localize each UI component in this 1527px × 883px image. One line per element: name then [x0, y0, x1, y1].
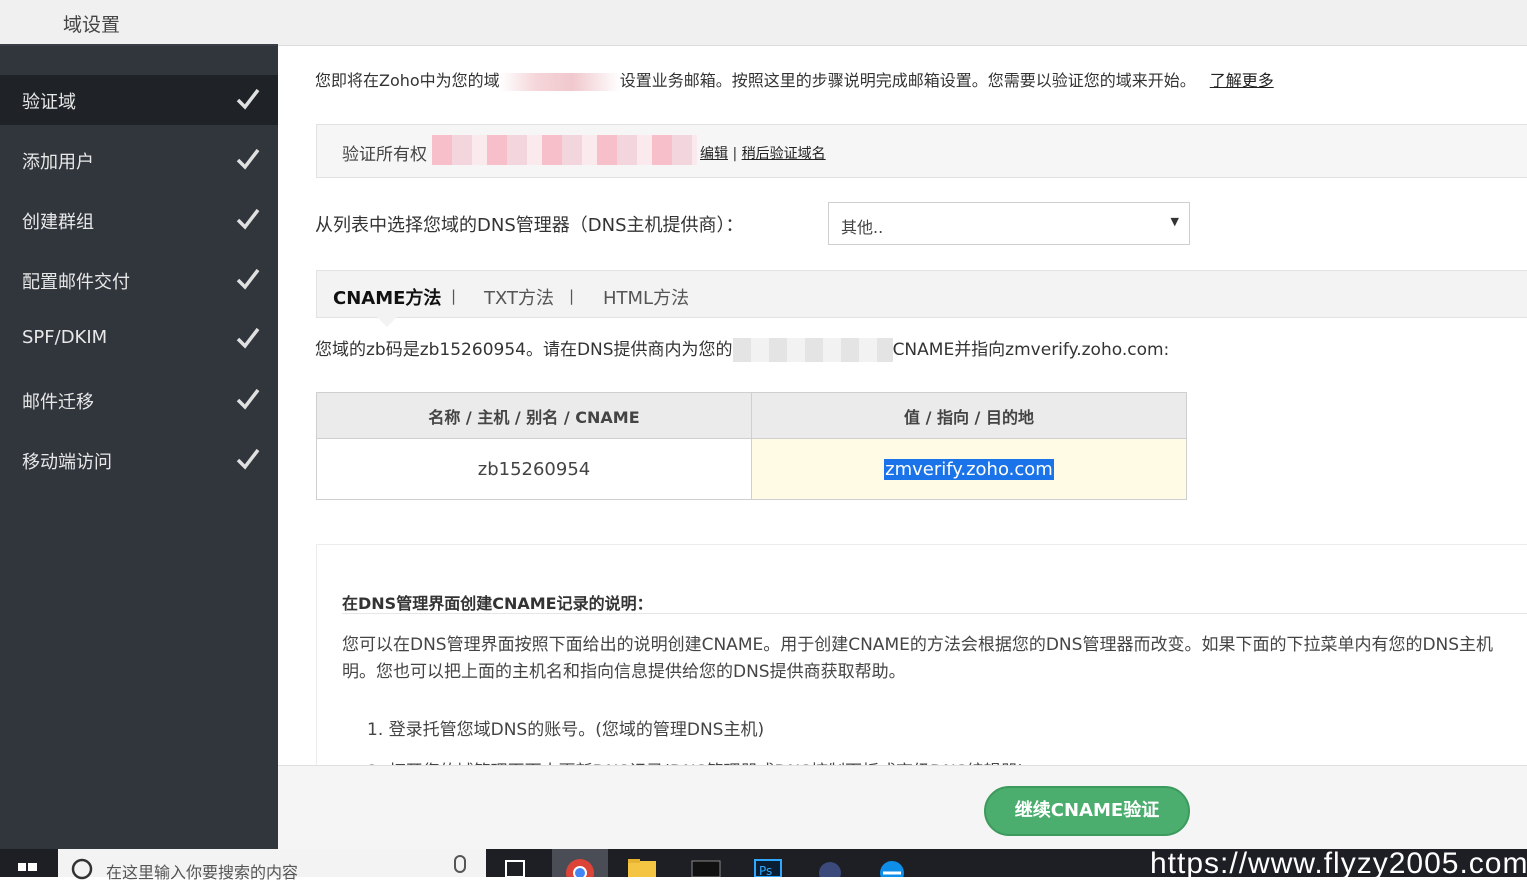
windows-start-icon[interactable] [0, 849, 56, 877]
teamviewer-icon[interactable] [870, 849, 914, 883]
instructions-step-1: 1. 登录托管您域DNS的账号。(您域的管理DNS主机) [367, 720, 765, 740]
cname-table: 名称 / 主机 / 别名 / CNAME 值 / 指向 / 目的地 zb1526… [316, 392, 1187, 500]
sidebar-item-spf-dkim[interactable]: SPF/DKIM [0, 314, 278, 364]
chrome-icon[interactable] [552, 849, 608, 883]
dropdown-arrow-icon: ▼ [1170, 215, 1179, 228]
intro-text-end: 设置业务邮箱。按照这里的步骤说明完成邮箱设置。您需要以验证您的域来开始。 [619, 71, 1196, 90]
divider [342, 613, 1527, 614]
redacted-domain [732, 338, 893, 362]
instructions-heading: 在DNS管理界面创建CNAME记录的说明： [342, 594, 653, 613]
sidebar-item-verify-domain[interactable]: 验证域 [0, 75, 302, 125]
instructions-step-2: 2. 打开您的域管理页面中更新DNS记录(DNS管理器或DNS控制面板或高级DN… [367, 757, 1024, 765]
method-tabs: CNAME方法 | TXT方法 | HTML方法 [316, 270, 1527, 318]
intro-text: 您即将在Zoho中为您的域 设置业务邮箱。按照这里的步骤说明完成邮箱设置。您需要以… [315, 67, 1274, 91]
continue-cname-verify-button[interactable]: 继续CNAME验证 [984, 786, 1190, 836]
checkmark-icon [236, 268, 260, 290]
dns-manager-select[interactable]: 其他.. ▼ [828, 202, 1190, 245]
intro-text-start: 您即将在Zoho中为您的域 [315, 71, 500, 90]
checkmark-icon [236, 448, 260, 470]
table-row: zb15260954 zmverify.zoho.com [316, 438, 1187, 500]
sidebar-item-label: 邮件迁移 [22, 392, 94, 413]
instructions-panel: 在DNS管理界面创建CNAME记录的说明： 您可以在DNS管理界面按照下面给出的… [316, 544, 1527, 765]
redacted-domain [499, 72, 620, 91]
file-explorer-icon[interactable] [620, 849, 664, 877]
checkmark-icon [236, 388, 260, 410]
sidebar-item-label: 验证域 [22, 92, 76, 113]
app-icon[interactable] [808, 849, 852, 883]
task-view-icon[interactable] [494, 849, 538, 878]
ownership-links: 编辑 | 稍后验证域名 [700, 146, 826, 162]
sidebar-item-label: 配置邮件交付 [22, 272, 130, 293]
search-icon [71, 858, 93, 880]
photoshop-icon[interactable]: Ps [746, 849, 790, 878]
sidebar-item-mail-delivery[interactable]: 配置邮件交付 [0, 255, 278, 305]
active-tab-pointer [377, 317, 397, 327]
column-header-value: 值 / 指向 / 目的地 [751, 392, 1187, 439]
edit-link[interactable]: 编辑 [700, 146, 728, 162]
tab-separator: | [569, 287, 575, 305]
tab-html[interactable]: HTML方法 [603, 284, 689, 310]
sidebar-item-mobile-access[interactable]: 移动端访问 [0, 435, 278, 485]
tab-cname[interactable]: CNAME方法 [333, 284, 441, 310]
checkmark-icon [236, 327, 260, 349]
sidebar: 验证域 添加用户 创建群组 配置邮件交付 SPF/DKIM 邮件迁移 移动端访问 [0, 46, 302, 849]
ownership-panel: 验证所有权 编辑 | 稍后验证域名 [316, 124, 1527, 178]
checkmark-icon [236, 88, 260, 110]
sidebar-item-label: 添加用户 [22, 152, 94, 173]
tab-txt[interactable]: TXT方法 [484, 284, 554, 310]
sidebar-item-label: 创建群组 [22, 212, 94, 233]
ownership-label: 验证所有权 [342, 145, 427, 165]
main-content: 您即将在Zoho中为您的域 设置业务邮箱。按照这里的步骤说明完成邮箱设置。您需要以… [278, 46, 1527, 765]
windows-taskbar: 在这里输入你要搜索的内容 Ps https://www.flyzy2005.co… [0, 847, 1527, 883]
page-title: 域设置 [63, 14, 121, 36]
zb-code-text-end: CNAME并指向zmverify.zoho.com: [892, 340, 1170, 360]
verify-later-link[interactable]: 稍后验证域名 [742, 146, 826, 162]
instructions-paragraph: 您可以在DNS管理界面按照下面给出的说明创建CNAME。用于创建CNAME的方法… [342, 635, 1494, 655]
sidebar-item-label: 移动端访问 [22, 452, 112, 473]
svg-text:Ps: Ps [759, 864, 772, 877]
checkmark-icon [236, 208, 260, 230]
checkmark-icon [236, 148, 260, 170]
footer-bar: 继续CNAME验证 [278, 765, 1527, 849]
column-header-name: 名称 / 主机 / 别名 / CNAME [316, 392, 752, 439]
learn-more-link[interactable]: 了解更多 [1210, 71, 1274, 90]
tab-separator: | [451, 287, 457, 305]
instructions-paragraph: 明。您也可以把上面的主机名和指向信息提供给您的DNS提供商获取帮助。 [342, 662, 906, 682]
sidebar-item-mail-migration[interactable]: 邮件迁移 [0, 375, 278, 425]
site-watermark: https://www.flyzy2005.com [1150, 847, 1527, 880]
zb-code-text-start: 您域的zb码是zb15260954。请在DNS提供商内为您的 [315, 340, 733, 360]
top-bar: 域设置 [0, 0, 1527, 48]
search-placeholder: 在这里输入你要搜索的内容 [106, 863, 299, 882]
selected-value-text[interactable]: zmverify.zoho.com [884, 458, 1054, 480]
dns-manager-label: 从列表中选择您域的DNS管理器（DNS主机提供商）： [315, 215, 744, 236]
zb-code-text: 您域的zb码是zb15260954。请在DNS提供商内为您的 CNAME并指向zm… [315, 335, 1169, 362]
sidebar-item-label: SPF/DKIM [22, 327, 108, 348]
sidebar-item-create-groups[interactable]: 创建群组 [0, 195, 278, 245]
microphone-icon[interactable] [454, 855, 466, 873]
dns-manager-selected: 其他.. [841, 218, 884, 237]
terminal-icon[interactable] [684, 849, 728, 878]
cname-value-cell[interactable]: zmverify.zoho.com [751, 438, 1187, 500]
cname-host-cell[interactable]: zb15260954 [316, 438, 752, 500]
taskbar-search-input[interactable]: 在这里输入你要搜索的内容 [58, 849, 486, 882]
sidebar-item-add-users[interactable]: 添加用户 [0, 135, 278, 185]
redacted-domain [432, 135, 697, 165]
